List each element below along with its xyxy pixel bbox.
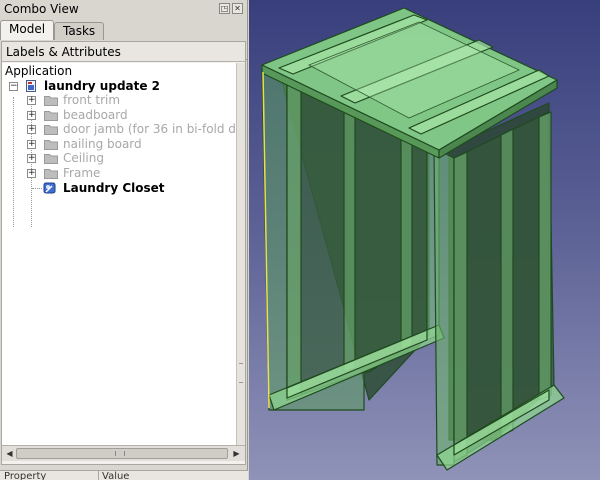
tree-row-item[interactable]: + Frame (2, 166, 236, 181)
value-column-label: Value (98, 471, 129, 480)
tree-item-label: Laundry Closet (63, 180, 165, 195)
panel-title: Combo View (4, 2, 79, 16)
tree-row-item[interactable]: + door jamb (for 36 in bi-fold door) (2, 122, 236, 137)
3d-model-view (261, 7, 565, 471)
document-label: laundry update 2 (44, 79, 161, 93)
tree-row-item[interactable]: + front trim (2, 93, 236, 108)
scroll-grip[interactable] (239, 363, 243, 383)
float-icon[interactable]: ◳ (219, 3, 230, 14)
tab-model[interactable]: Model (0, 20, 55, 40)
folder-icon (44, 169, 58, 179)
tree-row-item[interactable]: Laundry Closet (2, 181, 236, 196)
tree-item-label: beadboard (63, 107, 128, 122)
folder-icon (44, 96, 58, 106)
folder-icon (44, 154, 58, 165)
horizontal-scrollbar[interactable]: ◀ ▶ (2, 445, 245, 461)
model-right-wall (433, 147, 455, 466)
tree-view: Labels & Attributes Application − laundr… (1, 41, 246, 465)
collapse-icon[interactable]: − (9, 82, 18, 91)
expand-icon[interactable]: + (27, 96, 36, 105)
model-left-stud (286, 81, 302, 401)
folder-icon (44, 110, 58, 121)
model-right-stud (453, 151, 468, 463)
expand-icon[interactable]: + (27, 154, 36, 164)
tree-area[interactable]: Application − laundry update 2 + front tr… (2, 63, 236, 445)
close-icon[interactable]: ✕ (232, 3, 243, 14)
folder-icon (44, 125, 58, 136)
expand-icon[interactable]: + (27, 139, 36, 149)
tree-row-document[interactable]: − laundry update 2 (2, 79, 236, 94)
3d-viewport[interactable] (249, 0, 600, 480)
expand-icon[interactable]: + (27, 110, 36, 120)
folder-icon (44, 139, 58, 150)
tree-row-item[interactable]: + beadboard (2, 108, 236, 123)
combo-view-panel: Combo View ◳ ✕ Model Tasks Labels & Attr… (0, 0, 248, 480)
tab-bar: Model Tasks (0, 20, 248, 60)
vertical-scrollbar[interactable] (236, 63, 245, 445)
tree-row-item[interactable]: + Ceiling (2, 151, 236, 166)
tree-connector-line (32, 187, 42, 189)
part-icon (43, 182, 56, 194)
tree-item-label: Ceiling (63, 151, 104, 166)
tree-item-label: Frame (63, 166, 101, 180)
property-header: Property Value (0, 470, 248, 480)
tree-item-label: front trim (63, 93, 121, 107)
tree-header[interactable]: Labels & Attributes (2, 42, 245, 62)
document-icon (26, 80, 36, 92)
model-left-stud (400, 135, 413, 351)
tree-item-label: door jamb (for 36 in bi-fold door) (63, 122, 236, 137)
property-column-label: Property (4, 471, 47, 480)
scroll-right-icon[interactable]: ▶ (231, 448, 242, 459)
scroll-thumb[interactable] (16, 448, 228, 459)
panel-titlebar: Combo View ◳ ✕ (0, 0, 248, 18)
tree-root-application[interactable]: Application (5, 64, 72, 79)
tree-item-label: nailing board (63, 136, 142, 151)
expand-icon[interactable]: + (27, 169, 36, 178)
tab-tasks[interactable]: Tasks (54, 22, 105, 40)
model-right-stud (538, 111, 552, 401)
model-left-stud (343, 107, 356, 373)
tree-row-item[interactable]: + nailing board (2, 137, 236, 152)
tree-header-label: Labels & Attributes (6, 45, 121, 59)
expand-icon[interactable]: + (27, 125, 36, 135)
scroll-left-icon[interactable]: ◀ (4, 448, 15, 459)
model-right-stud (500, 128, 514, 437)
scroll-thumb-grip (115, 451, 125, 456)
